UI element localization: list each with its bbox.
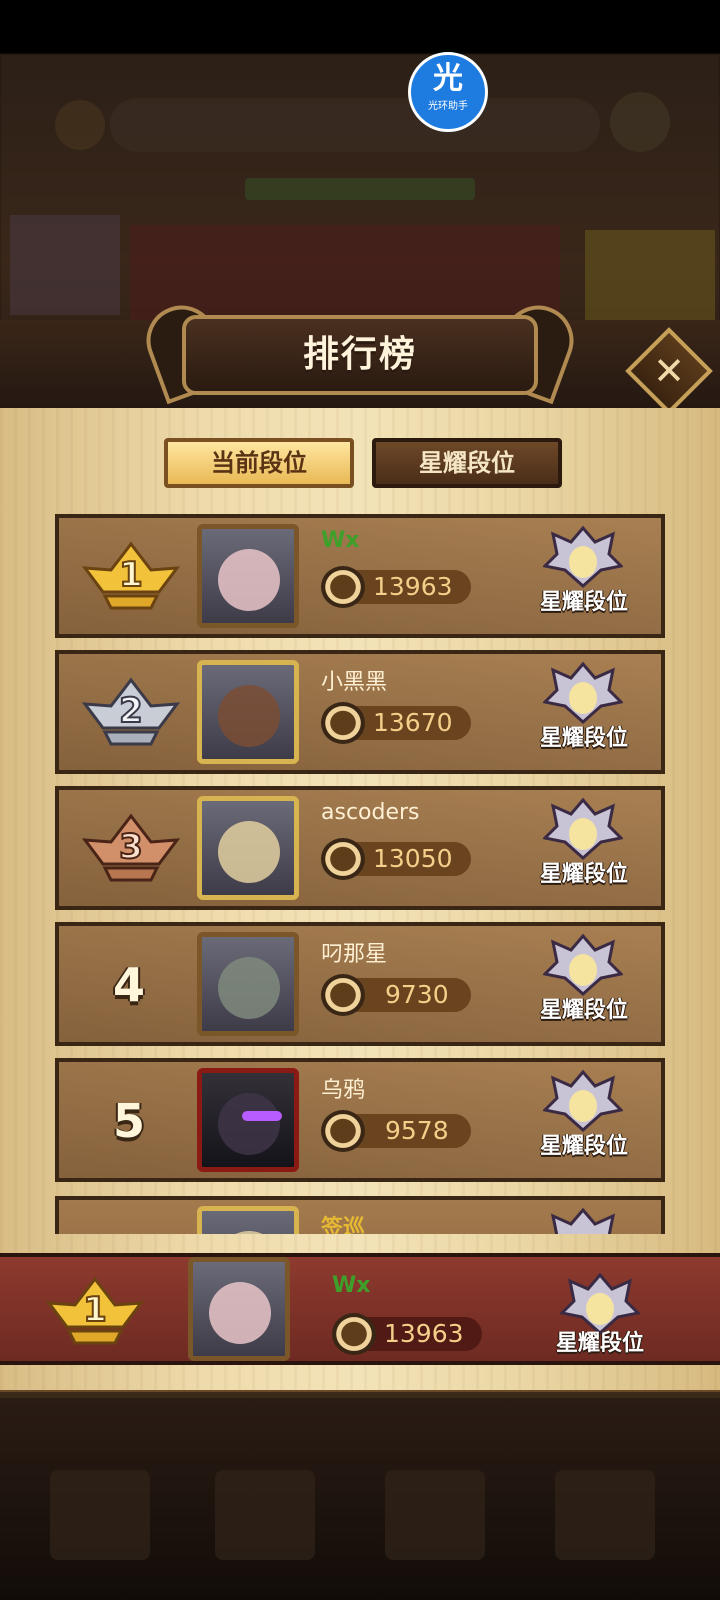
player-name: Wx <box>332 1273 371 1298</box>
background-card <box>10 215 120 315</box>
player-name: 小黑黑 <box>321 670 388 695</box>
tier-label: 星耀段位 <box>555 1331 644 1356</box>
player-name: 叼那星 <box>321 942 388 967</box>
player-name: ascoders <box>321 800 420 825</box>
leaderboard-row-partial[interactable]: 签巡 <box>55 1196 665 1234</box>
medal-rank-number: 1 <box>119 555 143 595</box>
rank-number: 5 <box>112 1094 145 1148</box>
leaderboard-row[interactable]: 2 小黑黑 13670 星耀段位 <box>55 650 665 774</box>
player-score: 13963 <box>373 572 453 601</box>
background-nav-item <box>215 1470 315 1560</box>
background-status-text <box>245 178 475 200</box>
tier-label: 星耀段位 <box>539 1134 628 1159</box>
assistant-logo-glyph: 光 <box>433 61 463 96</box>
assistant-label: 光环助手 <box>428 101 468 112</box>
trophy-score-icon <box>321 838 365 880</box>
avatar[interactable] <box>197 660 299 764</box>
player-score: 13050 <box>373 844 453 873</box>
leaderboard-row[interactable]: 4 叼那星 9730 星耀段位 <box>55 922 665 1046</box>
leaderboard-row[interactable]: 5 乌鸦 9578 星耀段位 <box>55 1058 665 1182</box>
close-icon[interactable]: ✕ <box>648 350 690 392</box>
background-icon <box>610 92 670 152</box>
avatar[interactable] <box>188 1257 290 1361</box>
bronze-medal-icon: 3 <box>81 813 181 882</box>
tier-label: 星耀段位 <box>539 862 628 887</box>
star-tier-badge-icon <box>543 662 623 724</box>
avatar[interactable] <box>197 932 299 1036</box>
trophy-score-icon <box>321 702 365 744</box>
background-nav-item <box>385 1470 485 1560</box>
player-name: 签巡 <box>321 1216 366 1234</box>
background-card <box>585 230 715 330</box>
star-tier-badge-icon <box>543 798 623 860</box>
medal-rank-number: 3 <box>119 827 143 867</box>
leaderboard-row[interactable]: 3 ascoders 13050 星耀段位 <box>55 786 665 910</box>
assistant-floating-button[interactable]: 光 光环助手 <box>408 52 488 132</box>
tier-label: 星耀段位 <box>539 726 628 751</box>
rank-number: 4 <box>112 958 145 1012</box>
player-name: Wx <box>321 528 360 553</box>
player-score: 13963 <box>384 1319 464 1348</box>
star-tier-badge-icon <box>543 526 623 588</box>
trophy-score-icon <box>321 974 365 1016</box>
page-title: 排行榜 <box>302 334 417 375</box>
player-score: 9578 <box>385 1116 449 1145</box>
star-tier-badge-icon <box>543 1070 623 1132</box>
player-name: 乌鸦 <box>321 1078 366 1103</box>
player-score: 13670 <box>373 708 453 737</box>
background-icon <box>55 100 105 150</box>
avatar[interactable] <box>197 796 299 900</box>
avatar[interactable] <box>197 1068 299 1172</box>
silver-medal-icon: 2 <box>81 677 181 746</box>
avatar[interactable] <box>197 1206 299 1234</box>
trophy-score-icon <box>321 1110 365 1152</box>
tier-label: 星耀段位 <box>539 590 628 615</box>
leaderboard-row[interactable]: 1 Wx 13963 星耀段位 <box>55 514 665 638</box>
title-plate: 排行榜 <box>182 315 538 395</box>
gold-medal-icon: 1 <box>45 1276 145 1345</box>
background-search-bar <box>110 98 600 152</box>
status-bar <box>0 0 720 54</box>
my-rank-row[interactable]: 1 Wx 13963 星耀段位 <box>0 1253 720 1365</box>
glowing-eye <box>242 1111 282 1121</box>
trophy-score-icon <box>321 566 365 608</box>
background-nav-item <box>555 1470 655 1560</box>
gold-medal-icon: 1 <box>81 541 181 610</box>
background-nav-item <box>50 1470 150 1560</box>
tab-star-tier[interactable]: 星耀段位 <box>372 438 562 488</box>
trophy-score-icon <box>332 1313 376 1355</box>
star-tier-badge-icon <box>550 1208 616 1234</box>
avatar[interactable] <box>197 524 299 628</box>
player-score: 9730 <box>385 980 449 1009</box>
medal-rank-number: 2 <box>119 691 143 731</box>
star-tier-badge-icon <box>543 934 623 996</box>
tab-current-tier[interactable]: 当前段位 <box>164 438 354 488</box>
medal-rank-number: 1 <box>83 1290 107 1330</box>
tier-label: 星耀段位 <box>539 998 628 1023</box>
